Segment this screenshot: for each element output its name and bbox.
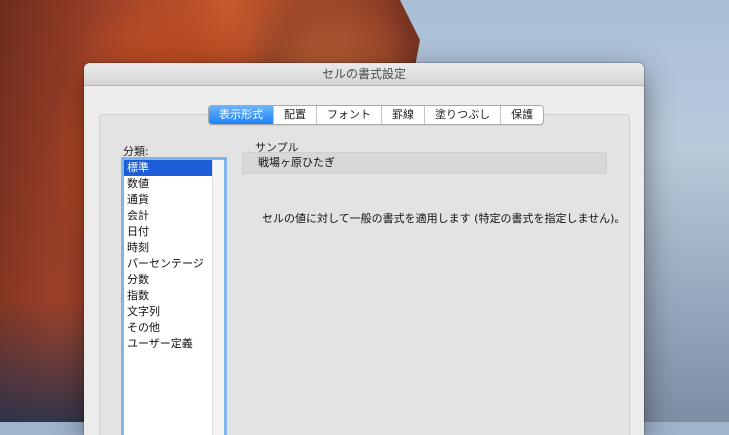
dialog-titlebar[interactable]: セルの書式設定 [84,63,644,86]
tab-border[interactable]: 罫線 [381,106,424,124]
category-item-accounting[interactable]: 会計 [124,208,224,224]
category-item-general[interactable]: 標準 [124,160,224,176]
category-item-time[interactable]: 時刻 [124,240,224,256]
format-cells-dialog: セルの書式設定 表示形式 配置 フォント 罫線 塗りつぶし 保護 分類: 標準 … [84,63,644,435]
category-list[interactable]: 標準 数値 通貨 会計 日付 時刻 パーセンテージ 分数 指数 文字列 その他 … [121,157,227,435]
category-item-percentage[interactable]: パーセンテージ [124,256,224,272]
category-item-scientific[interactable]: 指数 [124,288,224,304]
tab-alignment[interactable]: 配置 [273,106,316,124]
tab-font[interactable]: フォント [316,106,381,124]
category-list-scrollbar[interactable] [212,160,224,435]
category-item-number[interactable]: 数値 [124,176,224,192]
category-item-text[interactable]: 文字列 [124,304,224,320]
category-item-date[interactable]: 日付 [124,224,224,240]
tab-number-format[interactable]: 表示形式 [209,106,273,124]
tab-fill[interactable]: 塗りつぶし [424,106,500,124]
category-item-fraction[interactable]: 分数 [124,272,224,288]
dialog-title: セルの書式設定 [321,67,406,81]
tab-bar: 表示形式 配置 フォント 罫線 塗りつぶし 保護 [208,105,545,125]
format-description: セルの値に対して一般の書式を適用します (特定の書式を指定しません)。 [262,212,626,225]
category-item-currency[interactable]: 通貨 [124,192,224,208]
tab-protection[interactable]: 保護 [500,106,543,124]
category-item-custom[interactable]: ユーザー定義 [124,336,224,352]
sample-preview-value: 戦場ヶ原ひたぎ [258,156,335,169]
category-item-special[interactable]: その他 [124,320,224,336]
